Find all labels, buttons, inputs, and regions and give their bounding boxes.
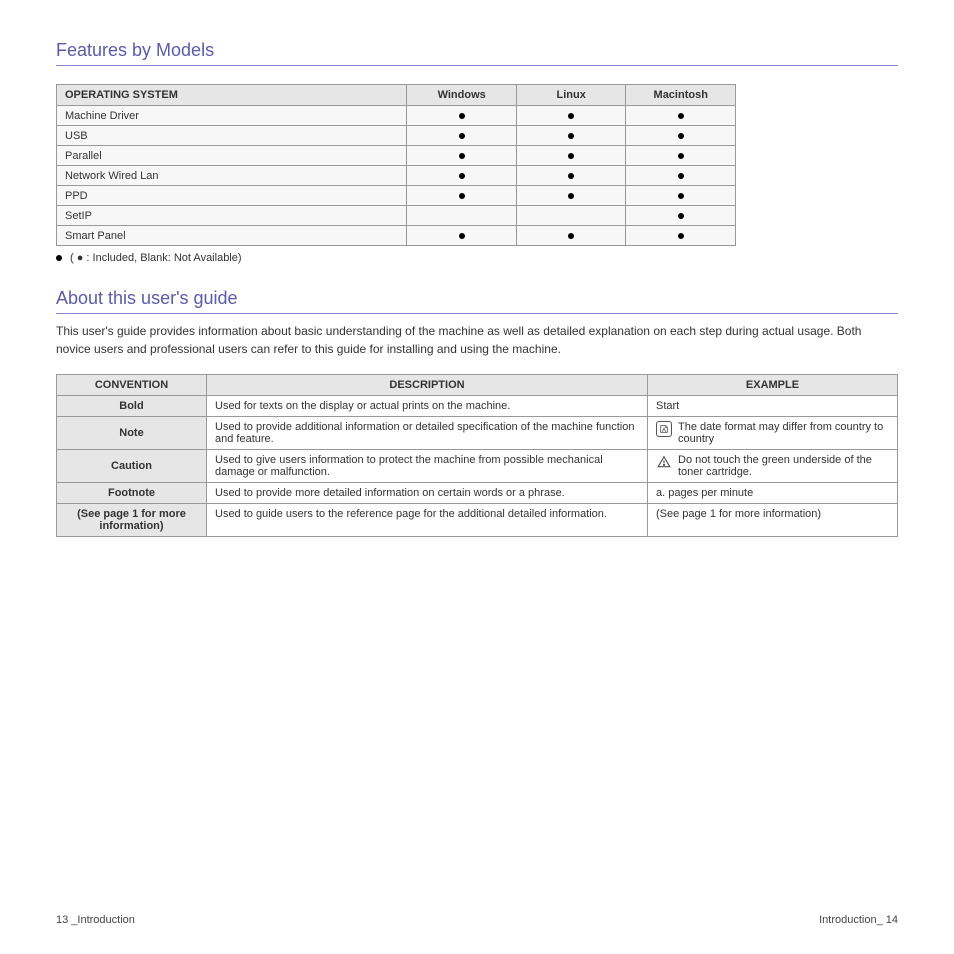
feature-mark (626, 206, 736, 226)
intro-paragraph: This user's guide provides information a… (56, 322, 898, 358)
table-header-row: OPERATING SYSTEM Windows Linux Macintosh (57, 85, 736, 106)
description-col-header: DESCRIPTION (207, 375, 648, 396)
example-text: The date format may differ from country … (678, 421, 889, 445)
linux-col-header: Linux (516, 85, 626, 106)
convention-name: (See page 1 for more information) (57, 504, 207, 537)
dot-icon (568, 133, 574, 139)
convention-example: a. pages per minute (648, 483, 898, 504)
dot-icon (568, 113, 574, 119)
table-row: FootnoteUsed to provide more detailed in… (57, 483, 898, 504)
table-row: Network Wired Lan (57, 166, 736, 186)
feature-mark (407, 146, 517, 166)
os-features-table: OPERATING SYSTEM Windows Linux Macintosh… (56, 84, 736, 246)
feature-mark (626, 226, 736, 246)
example-text: Do not touch the green underside of the … (678, 454, 889, 478)
note-icon (656, 421, 672, 437)
conventions-table: CONVENTION DESCRIPTION EXAMPLE BoldUsed … (56, 374, 898, 537)
dot-icon (678, 213, 684, 219)
footer-right: Introduction_ 14 (819, 914, 898, 926)
convention-example: Start (648, 396, 898, 417)
feature-mark (407, 106, 517, 126)
os-col-header: OPERATING SYSTEM (57, 85, 407, 106)
feature-mark (626, 166, 736, 186)
dot-icon (568, 173, 574, 179)
convention-name: Note (57, 417, 207, 450)
legend-text: ( ● : Included, Blank: Not Available) (70, 252, 242, 264)
windows-col-header: Windows (407, 85, 517, 106)
convention-name: Caution (57, 450, 207, 483)
feature-mark (516, 206, 626, 226)
table-row: NoteUsed to provide additional informati… (57, 417, 898, 450)
convention-description: Used to provide additional information o… (207, 417, 648, 450)
dot-icon (459, 193, 465, 199)
mac-col-header: Macintosh (626, 85, 736, 106)
dot-icon (678, 133, 684, 139)
table-row: SetIP (57, 206, 736, 226)
legend-dot-icon (56, 255, 62, 261)
table-row: CautionUsed to give users information to… (57, 450, 898, 483)
dot-icon (459, 153, 465, 159)
feature-mark (407, 206, 517, 226)
dot-icon (678, 153, 684, 159)
feature-label: Parallel (57, 146, 407, 166)
convention-example: The date format may differ from country … (648, 417, 898, 450)
convention-description: Used for texts on the display or actual … (207, 396, 648, 417)
feature-mark (407, 126, 517, 146)
convention-description: Used to provide more detailed informatio… (207, 483, 648, 504)
dot-icon (568, 193, 574, 199)
dot-icon (459, 133, 465, 139)
feature-mark (516, 126, 626, 146)
feature-mark (516, 146, 626, 166)
feature-label: Smart Panel (57, 226, 407, 246)
dot-icon (568, 233, 574, 239)
dot-icon (678, 233, 684, 239)
features-heading: Features by Models (56, 40, 898, 66)
convention-name: Bold (57, 396, 207, 417)
page-footer: 13 _Introduction Introduction_ 14 (56, 914, 898, 926)
caution-icon (656, 454, 672, 470)
convention-name: Footnote (57, 483, 207, 504)
footer-left: 13 _Introduction (56, 914, 135, 926)
dot-icon (568, 153, 574, 159)
feature-mark (407, 186, 517, 206)
feature-mark (626, 126, 736, 146)
feature-mark (626, 106, 736, 126)
convention-description: Used to give users information to protec… (207, 450, 648, 483)
feature-label: USB (57, 126, 407, 146)
convention-col-header: CONVENTION (57, 375, 207, 396)
feature-mark (626, 146, 736, 166)
dot-icon (678, 193, 684, 199)
dot-icon (459, 173, 465, 179)
feature-label: SetIP (57, 206, 407, 226)
feature-mark (407, 226, 517, 246)
table-row: BoldUsed for texts on the display or act… (57, 396, 898, 417)
table-row: Machine Driver (57, 106, 736, 126)
dot-icon (459, 113, 465, 119)
feature-mark (516, 106, 626, 126)
dot-icon (459, 233, 465, 239)
legend: ( ● : Included, Blank: Not Available) (56, 252, 898, 264)
feature-label: Machine Driver (57, 106, 407, 126)
dot-icon (678, 113, 684, 119)
table-row: Parallel (57, 146, 736, 166)
feature-mark (626, 186, 736, 206)
dot-icon (678, 173, 684, 179)
about-guide-heading: About this user's guide (56, 288, 898, 314)
feature-mark (407, 166, 517, 186)
convention-description: Used to guide users to the reference pag… (207, 504, 648, 537)
convention-example: Do not touch the green underside of the … (648, 450, 898, 483)
feature-label: PPD (57, 186, 407, 206)
table-header-row: CONVENTION DESCRIPTION EXAMPLE (57, 375, 898, 396)
table-row: PPD (57, 186, 736, 206)
table-row: Smart Panel (57, 226, 736, 246)
feature-mark (516, 166, 626, 186)
table-row: (See page 1 for more information)Used to… (57, 504, 898, 537)
convention-example: (See page 1 for more information) (648, 504, 898, 537)
feature-mark (516, 226, 626, 246)
table-row: USB (57, 126, 736, 146)
feature-label: Network Wired Lan (57, 166, 407, 186)
feature-mark (516, 186, 626, 206)
example-col-header: EXAMPLE (648, 375, 898, 396)
